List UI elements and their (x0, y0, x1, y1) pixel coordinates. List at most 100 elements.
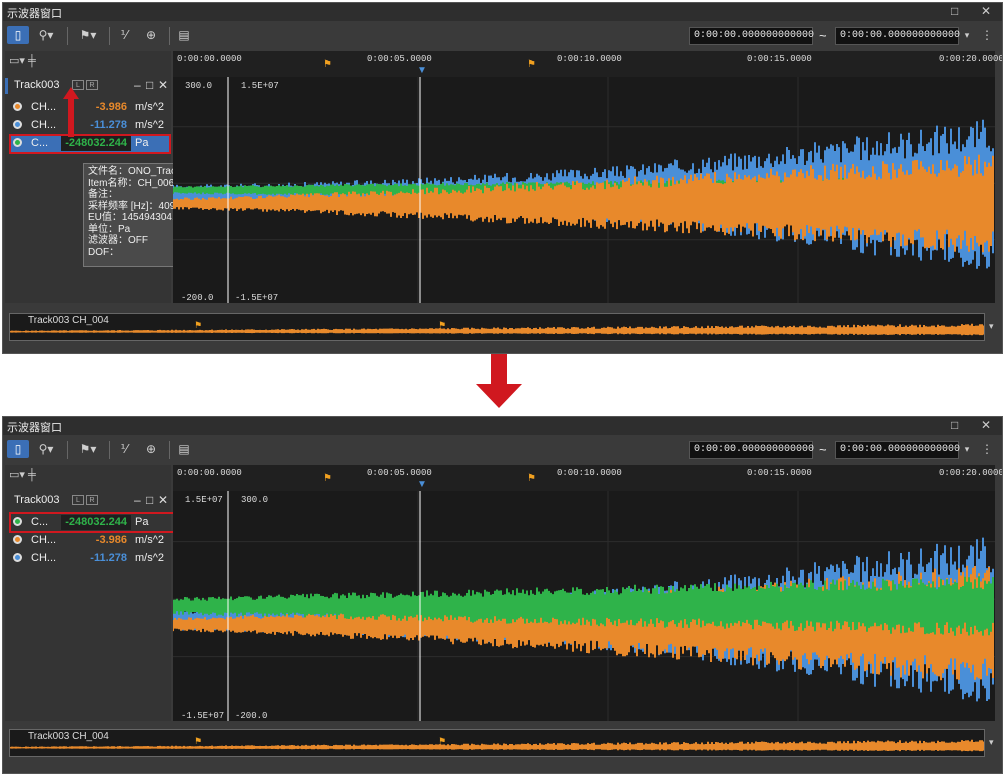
y-axis-bottom-right: -200.0 (235, 711, 268, 721)
waveform-plot[interactable]: 300.0 1.5E+07 -200.0 -1.5E+07 (173, 77, 995, 303)
time-end-field[interactable]: 0:00:00.000000000000 (835, 441, 960, 459)
more-options-icon[interactable]: ⋮ (981, 440, 993, 458)
channel-color-icon (13, 102, 22, 111)
display-settings-icon[interactable]: ⚲▾ (33, 26, 59, 44)
time-ruler[interactable]: 0:00:00.0000 0:00:05.0000 0:00:10.0000 0… (173, 51, 1002, 77)
close-track-icon[interactable]: ✕ (158, 78, 168, 92)
channel-row[interactable]: CH... -11.278 m/s^2 (9, 117, 169, 135)
channel-name: CH... (31, 101, 57, 113)
waveform-plot[interactable]: 1.5E+07 300.0 -1.5E+07 -200.0 (173, 491, 995, 721)
link-icon[interactable]: ⊕ (141, 26, 161, 44)
y-axis-bottom-right: -1.5E+07 (235, 293, 279, 303)
overview-trace (10, 739, 984, 752)
maximize-icon[interactable]: □ (951, 418, 958, 432)
waveform-view-icon[interactable]: ▯ (7, 26, 29, 44)
marker-flag-icon: ⚑ (194, 736, 203, 746)
overview-waveform (10, 739, 984, 752)
close-track-icon[interactable]: ✕ (158, 493, 168, 507)
waveform-canvas (173, 491, 995, 721)
time-start-field[interactable]: 0:00:00.000000000000 (689, 27, 814, 45)
cursor-icon[interactable]: ⅟ (115, 26, 133, 44)
channel-row[interactable]: CH... -11.278 m/s^2 (9, 550, 169, 568)
display-settings-icon[interactable]: ⚲▾ (33, 440, 59, 458)
panel-tools-icon[interactable]: ▭▾ ╪ (9, 54, 69, 74)
dropdown-chevron-icon[interactable]: ▾ (961, 26, 973, 44)
time-start-field[interactable]: 0:00:00.000000000000 (689, 441, 814, 459)
playhead-marker-icon[interactable]: ▼ (417, 65, 427, 76)
highlight-box (9, 512, 175, 533)
overview-dropdown-icon[interactable]: ▾ (989, 737, 994, 748)
toolbar: ▯ ⚲▾ ⚑▾ ⅟ ⊕ ▤ 0:00:00.000000000000 ~ 0:0… (3, 437, 1002, 463)
flag-marker-icon[interactable]: ⚑▾ (73, 26, 103, 44)
channel-unit: m/s^2 (135, 534, 164, 546)
overview-dropdown-icon[interactable]: ▾ (989, 321, 994, 332)
track-header[interactable]: Track003 L R – □ ✕ (5, 78, 172, 94)
time-end-field[interactable]: 0:00:00.000000000000 (835, 27, 960, 45)
y-axis-top-right: 300.0 (241, 495, 269, 505)
channel-value: -3.986 (95, 534, 127, 546)
track-name: Track003 (14, 79, 60, 91)
flag-marker-icon[interactable]: ⚑▾ (73, 440, 103, 458)
list-view-icon[interactable]: ▤ (175, 440, 193, 458)
channel-color-icon (13, 553, 22, 562)
link-icon[interactable]: ⊕ (141, 440, 161, 458)
time-ruler[interactable]: 0:00:00.0000 0:00:05.0000 0:00:10.0000 0… (173, 465, 1002, 491)
overview-waveform (10, 323, 984, 336)
channel-row[interactable]: CH... -3.986 m/s^2 (9, 532, 169, 550)
overview-label: Track003 CH_004 (28, 731, 109, 742)
time-range-separator: ~ (819, 28, 827, 43)
track-header[interactable]: Track003 L R – □ ✕ (5, 493, 172, 509)
overview-strip[interactable]: Track003 CH_004 ⚑ ⚑ (9, 729, 985, 757)
marker-flag-icon: ⚑ (194, 320, 203, 330)
dropdown-chevron-icon[interactable]: ▾ (961, 440, 973, 458)
y-axis-bottom-left: -1.5E+07 (181, 711, 225, 721)
window-title: 示波器窗口 (7, 422, 62, 434)
minimize-icon[interactable]: – (134, 493, 141, 507)
move-up-arrow-icon (63, 87, 79, 137)
more-options-icon[interactable]: ⋮ (981, 26, 993, 44)
marker-flag-icon[interactable]: ⚑ (323, 59, 332, 70)
overview-label: Track003 CH_004 (28, 315, 109, 326)
list-view-icon[interactable]: ▤ (175, 26, 193, 44)
window-title: 示波器窗口 (7, 8, 62, 20)
playhead-marker-icon[interactable]: ▼ (417, 479, 427, 490)
y-axis-top-right: 1.5E+07 (241, 81, 279, 91)
channel-name: CH... (31, 552, 57, 564)
right-channel-toggle[interactable]: R (86, 495, 98, 505)
time-tick-label: 0:00:10.0000 (557, 54, 622, 64)
oscilloscope-window-before: 示波器窗口 □ ✕ ▯ ⚲▾ ⚑▾ ⅟ ⊕ ▤ 0:00:00.00000000… (2, 2, 1003, 354)
time-tick-label: 0:00:00.0000 (177, 54, 242, 64)
channel-color-icon (13, 120, 22, 129)
y-axis-top-left: 1.5E+07 (185, 495, 223, 505)
channel-value: -11.278 (90, 552, 127, 564)
maximize-icon[interactable]: □ (951, 4, 958, 18)
overview-trace (10, 323, 984, 336)
close-icon[interactable]: ✕ (981, 418, 991, 432)
marker-flag-icon[interactable]: ⚑ (323, 473, 332, 484)
restore-icon[interactable]: □ (146, 78, 153, 92)
panel-tools-icon[interactable]: ▭▾ ╪ (9, 468, 69, 488)
highlight-box (9, 134, 171, 154)
channel-name: CH... (31, 534, 57, 546)
restore-icon[interactable]: □ (146, 493, 153, 507)
oscilloscope-window-after: 示波器窗口 □ ✕ ▯ ⚲▾ ⚑▾ ⅟ ⊕ ▤ 0:00:00.00000000… (2, 416, 1003, 774)
close-icon[interactable]: ✕ (981, 4, 991, 18)
overview-strip[interactable]: Track003 CH_004 ⚑ ⚑ (9, 313, 985, 341)
channel-color-icon (13, 535, 22, 544)
marker-flag-icon[interactable]: ⚑ (527, 59, 536, 70)
y-axis-bottom-left: -200.0 (181, 293, 214, 303)
channel-name: CH... (31, 119, 57, 131)
channel-row[interactable]: CH... -3.986 m/s^2 (9, 99, 169, 117)
marker-flag-icon: ⚑ (438, 736, 447, 746)
waveform-view-icon[interactable]: ▯ (7, 440, 29, 458)
left-channel-toggle[interactable]: L (72, 495, 84, 505)
time-tick-label: 0:00:15.0000 (747, 468, 812, 478)
title-bar: 示波器窗口 □ ✕ (3, 3, 1002, 21)
channel-unit: m/s^2 (135, 119, 164, 131)
minimize-icon[interactable]: – (134, 78, 141, 92)
cursor-icon[interactable]: ⅟ (115, 440, 133, 458)
marker-flag-icon[interactable]: ⚑ (527, 473, 536, 484)
time-tick-label: 0:00:15.0000 (747, 54, 812, 64)
time-tick-label: 0:00:20.0000 (939, 468, 1003, 478)
right-channel-toggle[interactable]: R (86, 80, 98, 90)
